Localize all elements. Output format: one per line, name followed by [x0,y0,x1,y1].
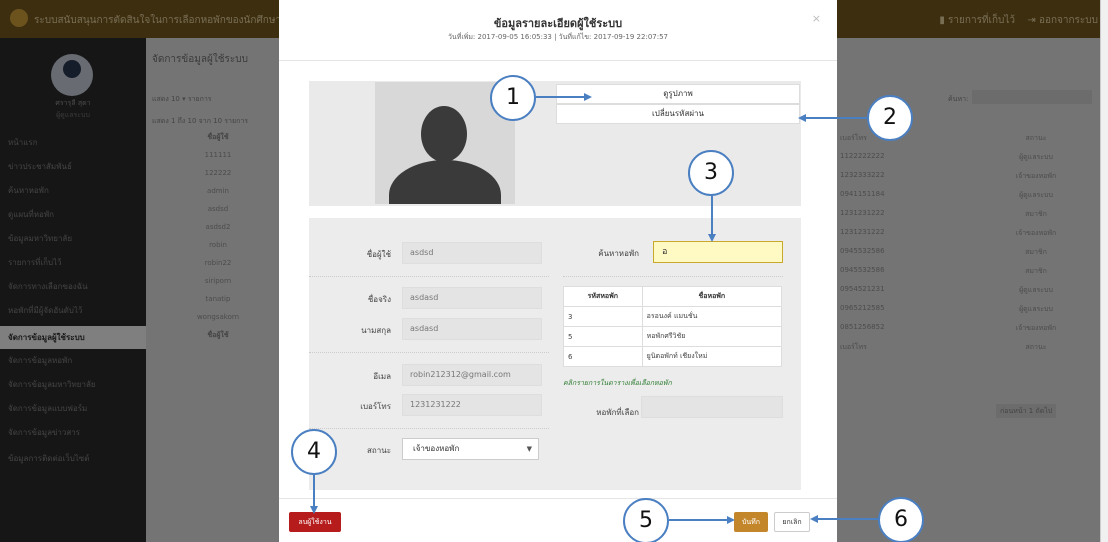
callout-5: 5 [623,498,669,542]
callout-2: 2 [867,95,913,141]
annotation-arrows [310,93,878,524]
callout-3: 3 [688,150,734,196]
callout-6: 6 [878,497,924,542]
callout-1: 1 [490,75,536,121]
page: ระบบสนับสนุนการตัดสินใจในการเลือกหอพักขอ… [0,0,1108,542]
callout-4: 4 [291,429,337,475]
